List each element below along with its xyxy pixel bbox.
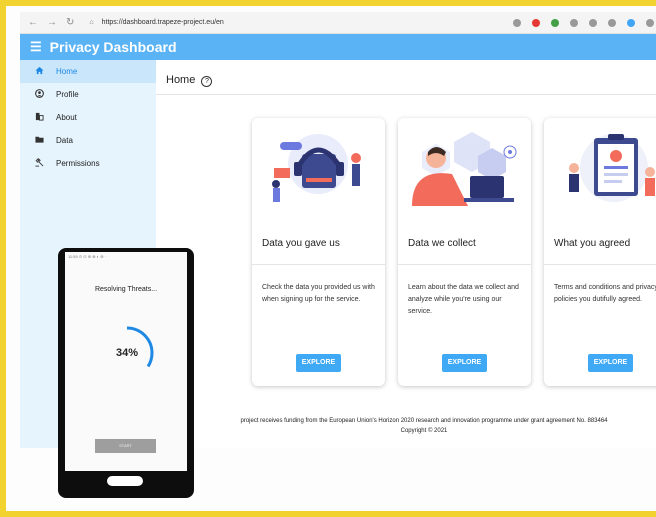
app-bar: ☰ Privacy Dashboard (20, 34, 656, 60)
extension-icon[interactable] (646, 18, 654, 27)
card-description: Terms and conditions and privacy policie… (554, 284, 656, 303)
start-button[interactable]: START (95, 439, 156, 453)
card-data-you-gave-us: Data you gave us Check the data you prov… (252, 118, 385, 386)
card-divider (252, 264, 385, 265)
phone-screen: 11:59 ⊙ ⊙ ⊕ ⊗ ◐ ⊚ · Resolving Threats...… (65, 252, 187, 471)
account-circle-icon (32, 89, 46, 100)
sidebar-item-label: Data (56, 136, 73, 145)
sidebar-item-home[interactable]: Home (20, 60, 156, 83)
progress-percent: 34% (115, 347, 139, 359)
card-data-we-collect: Data we collect Learn about the data we … (398, 118, 531, 386)
card-what-you-agreed: What you agreed Terms and conditions and… (544, 118, 656, 386)
phone-mockup: 11:59 ⊙ ⊙ ⊕ ⊗ ◐ ⊚ · Resolving Threats...… (58, 248, 194, 498)
card-title: Data we collect (408, 238, 476, 249)
folder-icon (32, 135, 46, 146)
question-circle-icon[interactable]: ? (201, 76, 213, 87)
extension-icon[interactable] (570, 18, 578, 27)
sidebar-item-label: Permissions (56, 159, 100, 168)
card-description: Check the data you provided us with when… (262, 284, 375, 303)
footer-copyright: Copyright © 2021 (400, 428, 448, 434)
sidebar-item-label: About (56, 113, 77, 122)
explore-button[interactable]: EXPLORE (442, 354, 487, 372)
sidebar-item-data[interactable]: Data (20, 129, 156, 152)
explore-button[interactable]: EXPLORE (296, 354, 341, 372)
extension-icon[interactable] (532, 18, 540, 27)
extensions-bar (513, 18, 656, 27)
page-title-text: Home (166, 74, 196, 86)
screenshot-frame: ← → ↻ ⌂ https://dashboard.trapeze-projec… (0, 0, 656, 517)
card-title: What you agreed (554, 238, 631, 249)
address-bar[interactable]: https://dashboard.trapeze-project.eu/en (102, 19, 224, 26)
hamburger-menu-icon[interactable]: ☰ (30, 39, 42, 55)
extension-icon[interactable] (551, 18, 559, 27)
page-title: Home ? (166, 74, 213, 87)
arrow-right-icon[interactable]: → (47, 17, 57, 28)
footer: project receives funding from the Europe… (186, 416, 656, 436)
resolving-heading: Resolving Threats... (94, 286, 158, 293)
card-divider (398, 264, 531, 265)
app-title: Privacy Dashboard (49, 39, 177, 55)
agreement-illustration (569, 134, 655, 202)
card-title: Data you gave us (262, 238, 340, 249)
phone-home-button[interactable] (107, 476, 143, 486)
sidebar-item-profile[interactable]: Profile (20, 83, 156, 106)
card-divider (544, 264, 656, 265)
customer-support-illustration (272, 134, 361, 202)
divider (156, 94, 656, 95)
footer-funding-text: project receives funding from the Europe… (240, 418, 608, 424)
extension-icon[interactable] (513, 18, 521, 27)
main-content: Home ? Data you gave us Check the data y… (156, 60, 656, 448)
sidebar-item-permissions[interactable]: Permissions (20, 152, 156, 175)
lock-icon: ⌂ (89, 19, 94, 26)
phone-status-bar: 11:59 ⊙ ⊙ ⊕ ⊗ ◐ ⊚ · (68, 254, 106, 259)
gavel-icon (32, 158, 46, 169)
sidebar-item-about[interactable]: About (20, 106, 156, 129)
sidebar-item-label: Home (56, 67, 78, 76)
card-description: Learn about the data we collect and anal… (408, 284, 519, 315)
sidebar-item-label: Profile (56, 90, 79, 99)
extension-icon[interactable] (608, 18, 616, 27)
data-analyst-illustration (412, 132, 517, 206)
reload-icon[interactable]: ↻ (66, 17, 74, 28)
arrow-left-icon[interactable]: ← (28, 17, 38, 28)
building-icon (32, 112, 46, 123)
explore-button[interactable]: EXPLORE (588, 354, 633, 372)
extension-icon[interactable] (627, 18, 635, 27)
browser-toolbar: ← → ↻ ⌂ https://dashboard.trapeze-projec… (20, 12, 656, 34)
home-icon (32, 66, 46, 77)
extension-icon[interactable] (589, 18, 597, 27)
